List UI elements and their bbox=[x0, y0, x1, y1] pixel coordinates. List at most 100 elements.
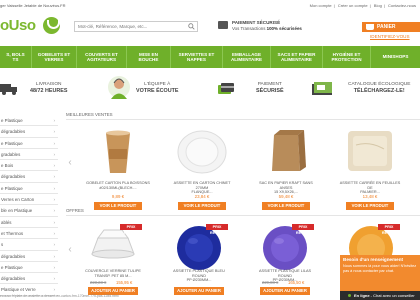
discount-badge: PRIX RÉDUIT bbox=[120, 224, 142, 235]
sidebar-item[interactable]: gradables › bbox=[0, 149, 58, 161]
nav-item-food-packaging[interactable]: EMBALLAGE ALIMENTAIRE bbox=[223, 46, 271, 68]
product-price: 9,89 € bbox=[111, 194, 125, 199]
divider bbox=[66, 215, 420, 216]
product-price: 13,48 € bbox=[362, 194, 378, 199]
online-status-icon bbox=[348, 294, 351, 297]
carousel-prev-arrow-icon[interactable]: ‹ bbox=[66, 148, 74, 178]
sidebar-item[interactable]: ble en Plastique › bbox=[0, 205, 58, 217]
credit-card-icon bbox=[218, 21, 228, 29]
catalogue-icon bbox=[312, 82, 332, 95]
value-catalogue: CATALOGUE ÉCOLOGIQUE TÉLÉCHARGEZ-LE! bbox=[300, 75, 420, 102]
support-agent-icon bbox=[108, 76, 130, 99]
sidebar-item[interactable]: ablés › bbox=[0, 217, 58, 228]
payment-subtitle: Vos Transactions 100% sécurisées bbox=[232, 26, 302, 31]
value-payment-text: PAIEMENT SÉCURISÉ bbox=[256, 82, 284, 94]
discount-badge: PRIX RÉDUIT bbox=[292, 224, 314, 235]
view-product-button[interactable]: VOIR LE PRODUIT bbox=[94, 202, 142, 210]
view-product-button[interactable]: VOIR LE PRODUIT bbox=[178, 202, 226, 210]
nav-item-hygiene[interactable]: HYGIÈNE ET PROTECTION bbox=[323, 46, 371, 68]
nav-item-cutlery[interactable]: COUVERTS ET AGITATEURS bbox=[77, 46, 127, 68]
search-icon[interactable] bbox=[188, 23, 195, 30]
status-bar-url: ecouso.fr/plate-de-assiette-a-dessert-en… bbox=[0, 294, 119, 298]
add-to-cart-button[interactable]: AJOUTER AU PANIER bbox=[260, 287, 310, 295]
product-name[interactable]: SAC EN PAPIER KRAFT SANS ANSES 15 X9,5X2… bbox=[254, 181, 318, 195]
link-my-account[interactable]: Mon compte bbox=[310, 3, 332, 8]
sidebar-item[interactable]: s › bbox=[0, 239, 58, 251]
value-team: L'ÉQUIPE À VOTRE ÉCOUTE bbox=[100, 75, 210, 102]
secure-payment-info: PAIEMENT SÉCURISÉ Vos Transactions 100% … bbox=[218, 20, 338, 34]
value-delivery-text: LIVRAISON 48/72 HEURES bbox=[30, 82, 68, 94]
old-price: 223,23 € bbox=[90, 280, 107, 285]
logo-text: oUso bbox=[0, 17, 36, 34]
payment-title: PAIEMENT SÉCURISÉ bbox=[232, 20, 281, 25]
discount-badge: PRIX RÉDUIT bbox=[206, 224, 228, 235]
truck-icon bbox=[0, 84, 17, 95]
login-link[interactable]: IDENTIFIEZ-VOUS bbox=[370, 34, 410, 39]
sidebar-item[interactable]: Verres en Carton › bbox=[0, 194, 58, 206]
basket-icon bbox=[366, 24, 374, 30]
product-price: 59,48 € bbox=[278, 194, 294, 199]
value-catalogue-text: CATALOGUE ÉCOLOGIQUE TÉLÉCHARGEZ-LE! bbox=[348, 82, 411, 94]
sidebar-item[interactable]: dégradables › bbox=[0, 273, 58, 285]
search-box bbox=[74, 21, 198, 32]
product-name[interactable]: ASSIETTE EN CARTON CHINET 270MM FLANQUE.… bbox=[170, 181, 234, 195]
offers-title: OFFRES bbox=[66, 208, 84, 213]
sidebar-item[interactable]: dégradables › bbox=[0, 126, 58, 138]
carousel-prev-arrow-icon[interactable]: ‹ bbox=[66, 235, 74, 265]
sidebar-item[interactable]: e Plastique › bbox=[0, 262, 58, 274]
top-strip: ger Vaisselle Jetable de Nouvéus.FR Mon … bbox=[0, 0, 420, 10]
product-image-paper-bag[interactable] bbox=[260, 125, 312, 177]
sidebar-item[interactable]: e Bois › bbox=[0, 160, 58, 172]
sidebar-item[interactable]: dégradables › bbox=[0, 171, 58, 183]
product-name[interactable]: ASSIETTE CARRÉE EN FEUILLES DE PALMIER..… bbox=[338, 181, 402, 195]
cart-label: PANIER bbox=[377, 24, 396, 30]
chat-popup[interactable]: Besoin d'un renseignement Nous sommes là… bbox=[340, 255, 420, 291]
nav-item-minishops[interactable]: MINISHOPS bbox=[371, 46, 420, 68]
product-image-plate[interactable] bbox=[176, 125, 228, 177]
view-product-button[interactable]: VOIR LE PRODUIT bbox=[262, 202, 310, 210]
value-payment: PAIEMENT SÉCURISÉ bbox=[210, 75, 295, 102]
cart-button[interactable]: PANIER bbox=[362, 22, 420, 32]
link-contact[interactable]: Contactez-nous bbox=[388, 3, 416, 8]
main-nav: S, BOLS TS GOBELETS ET VERRES COUVERTS E… bbox=[0, 46, 420, 68]
nav-item-bags-paper[interactable]: SACS ET PAPIER ALIMENTAIRE bbox=[271, 46, 323, 68]
smile-logo-icon bbox=[43, 17, 60, 34]
nav-item-cups[interactable]: GOBELETS ET VERRES bbox=[32, 46, 77, 68]
nav-item-plates[interactable]: S, BOLS TS bbox=[0, 46, 32, 68]
chat-body: Nous sommes là pour vous aider! N'hésite… bbox=[343, 264, 417, 273]
product-name[interactable]: COUVERCLE VERRINE TULIPE TRANSP. PET 85 … bbox=[82, 269, 144, 278]
value-props: LIVRAISON 48/72 HEURES L'ÉQUIPE À VOTRE ÉC… bbox=[0, 75, 420, 102]
product-name[interactable]: ASSIETTE PLASTIQUE BLEU ROUND PP Ø230MM.… bbox=[168, 269, 230, 283]
old-price: 229,88 € bbox=[262, 280, 279, 285]
nav-item-napkins[interactable]: SERVIETTES ET NAPPES bbox=[171, 46, 223, 68]
sidebar-item[interactable]: e Plastique › bbox=[0, 138, 58, 149]
product-price: 23,84 € bbox=[194, 194, 210, 199]
category-sidebar: e Plastique › dégradables › e Plastique › g… bbox=[0, 115, 58, 300]
value-delivery: LIVRAISON 48/72 HEURES bbox=[0, 75, 100, 102]
discount-badge: PRIX RÉDUIT bbox=[378, 224, 400, 235]
link-create-account[interactable]: Créer un compte bbox=[338, 3, 368, 8]
sidebar-item[interactable]: e Plastique › bbox=[0, 183, 58, 195]
best-sellers-title: MEILLEURES VENTES bbox=[66, 112, 113, 117]
product-image-cup[interactable] bbox=[92, 125, 144, 177]
chat-bar-text: En ligne - Chat avec un conseiller bbox=[354, 293, 415, 298]
nav-item-appetizers[interactable]: MISE EN BOUCHE bbox=[127, 46, 171, 68]
site-logo[interactable]: oUso bbox=[0, 11, 62, 39]
credit-cards-icon bbox=[218, 83, 234, 94]
sidebar-item[interactable]: dégradables › bbox=[0, 251, 58, 262]
search-input[interactable] bbox=[75, 22, 185, 31]
product-name[interactable]: GOBELET CARTON PLA BOISSONS #02/130ML(BL… bbox=[86, 181, 150, 190]
tagline: ger Vaisselle Jetable de Nouvéus.FR bbox=[0, 3, 66, 8]
value-team-text: L'ÉQUIPE À VOTRE ÉCOUTE bbox=[136, 82, 179, 94]
new-price: 165,50 € bbox=[288, 280, 305, 285]
sidebar-item[interactable]: e Plastique › bbox=[0, 115, 58, 127]
new-price: 155,95 € bbox=[116, 280, 133, 285]
sidebar-item[interactable]: et Thermos › bbox=[0, 228, 58, 240]
top-links: Mon compte | Créer un compte | Blog | Conta… bbox=[309, 3, 416, 8]
chat-title: Besoin d'un renseignement bbox=[343, 257, 404, 262]
chat-bar[interactable]: En ligne - Chat avec un conseiller bbox=[340, 291, 420, 300]
view-product-button[interactable]: VOIR LE PRODUIT bbox=[346, 202, 394, 210]
divider bbox=[66, 119, 420, 120]
link-blog[interactable]: Blog bbox=[374, 3, 382, 8]
product-image-palm-plate[interactable] bbox=[344, 125, 396, 177]
